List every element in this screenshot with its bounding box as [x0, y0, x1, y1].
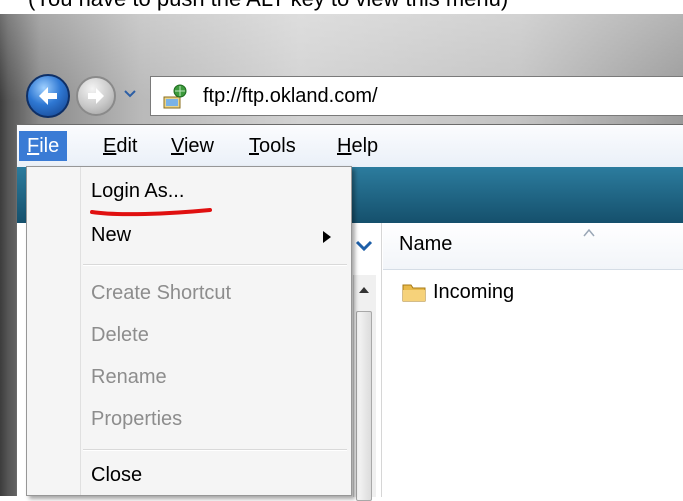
instruction-caption: (You have to push the ALT key to view th… — [0, 0, 683, 14]
menu-view[interactable]: View — [163, 131, 222, 161]
menu-item-label: Rename — [91, 366, 167, 388]
column-header-name[interactable]: Name — [383, 223, 683, 270]
forward-button[interactable] — [76, 76, 116, 116]
chevron-down-icon[interactable] — [355, 239, 373, 253]
back-button[interactable] — [26, 74, 70, 118]
menu-item-label: Delete — [91, 324, 149, 346]
list-item-label: Incoming — [433, 280, 515, 303]
menu-item-close[interactable]: Close — [27, 459, 351, 495]
folder-icon — [402, 284, 426, 302]
menu-item-label: Create Shortcut — [91, 282, 232, 304]
menu-edit[interactable]: Edit — [95, 131, 145, 161]
scroll-thumb[interactable] — [356, 311, 372, 501]
instruction-caption-text: (You have to push the ALT key to view th… — [28, 0, 508, 12]
column-header-label: Name — [399, 233, 453, 255]
menu-item-label: Properties — [91, 408, 183, 430]
menu-item-delete[interactable]: Delete — [27, 319, 351, 355]
navigation-scrollbar[interactable] — [353, 275, 376, 501]
menu-item-properties[interactable]: Properties — [27, 403, 351, 439]
scroll-up-button[interactable] — [356, 283, 372, 297]
scroll-up-arrow-icon — [359, 287, 369, 293]
menu-item-rename[interactable]: Rename — [27, 361, 351, 397]
menu-item-create-shortcut[interactable]: Create Shortcut — [27, 277, 351, 313]
menu-help[interactable]: Help — [329, 131, 386, 161]
back-arrow-icon — [39, 87, 57, 105]
chevron-down-icon — [124, 90, 136, 98]
menu-bar: File Edit View Tools Help — [17, 125, 683, 168]
menu-item-label: New — [91, 224, 132, 246]
menu-item-new[interactable]: New — [27, 219, 351, 255]
menu-separator-highlight — [83, 265, 347, 266]
annotation-underline — [90, 208, 212, 217]
address-bar[interactable]: ftp://ftp.okland.com/ — [150, 76, 683, 116]
list-item[interactable]: Incoming — [401, 277, 514, 307]
address-bar-url: ftp://ftp.okland.com/ — [203, 85, 378, 107]
menu-item-label: Close — [91, 464, 143, 486]
menu-separator-highlight — [83, 450, 347, 451]
recent-pages-dropdown[interactable] — [124, 88, 136, 100]
submenu-arrow-icon — [323, 231, 331, 243]
sort-ascending-icon — [583, 229, 595, 237]
pane-divider[interactable] — [381, 223, 382, 497]
ftp-site-icon — [163, 84, 187, 109]
menu-file[interactable]: File — [19, 131, 68, 161]
menu-item-label: Login As... — [91, 180, 185, 202]
menu-tools[interactable]: Tools — [241, 131, 304, 161]
forward-arrow-icon — [88, 88, 104, 104]
